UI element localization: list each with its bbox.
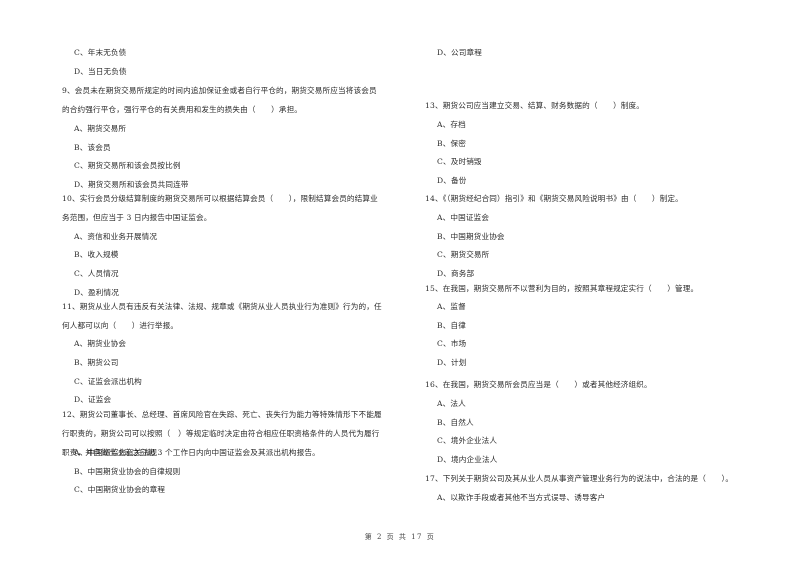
answer-option: C、境外企业法人 bbox=[437, 436, 498, 445]
answer-option: C、人员情况 bbox=[74, 269, 119, 278]
answer-option: A、中国证监会 bbox=[437, 213, 490, 222]
question-stem: 16、在我国，期货交易所会员应当是（ ）或者其他经济组织。 bbox=[425, 380, 652, 389]
answer-option: A、法人 bbox=[437, 399, 466, 408]
question-stem: 17、下列关于期货公司及其从业人员从事资产管理业务行为的说法中，合法的是（ ）。 bbox=[425, 474, 734, 483]
answer-option: A、存档 bbox=[437, 120, 466, 129]
question-stem: 10、实行会员分级结算制度的期货交易所可以根据结算会员（ ），限制结算会员的结算… bbox=[62, 194, 378, 203]
answer-option: A、资信和业务开展情况 bbox=[74, 232, 158, 241]
answer-option: D、备份 bbox=[437, 176, 467, 185]
answer-option: B、自然人 bbox=[437, 418, 474, 427]
answer-option: A、期货业协会 bbox=[74, 339, 127, 348]
answer-option: B、自律 bbox=[437, 321, 466, 330]
answer-option: D、商务部 bbox=[437, 269, 475, 278]
question-stem: 15、在我国，期货交易所不以营利为目的，按照其章程规定实行（ ）管理。 bbox=[425, 284, 699, 293]
answer-option: B、期货公司 bbox=[74, 358, 119, 367]
question-stem: 12、期货公司董事长、总经理、首席风险官在失踪、死亡、丧失行为能力等特殊情形下不… bbox=[62, 410, 382, 419]
answer-option: C、期货交易所 bbox=[437, 250, 490, 259]
answer-option: C、市场 bbox=[437, 339, 467, 348]
question-stem-continuation: 行职责的，期货公司可以按照（ ）等规定临时决定由符合相应任职资格条件的人员代为履… bbox=[62, 429, 380, 438]
page-number-footer: 第 2 页 共 17 页 bbox=[364, 533, 436, 541]
question-stem-continuation: 何人都可以向（ ）进行举报。 bbox=[62, 321, 179, 330]
answer-option: B、中国期货业协会 bbox=[437, 232, 505, 241]
question-stem: 9、会员未在期货交易所规定的时间内追加保证金或者自行平仓的，期货交易所应当将该会… bbox=[62, 86, 377, 95]
answer-option: D、公司章程 bbox=[437, 48, 482, 57]
answer-option: C、证监会派出机构 bbox=[74, 377, 142, 386]
answer-option: B、收入规模 bbox=[74, 250, 119, 259]
answer-option: B、该会员 bbox=[74, 143, 111, 152]
answer-option: C、中国期货业协会的章程 bbox=[74, 485, 166, 494]
answer-option: A、以欺诈手段或者其他不当方式误导、诱导客户 bbox=[437, 493, 606, 502]
answer-option: C、期货交易所和该会员按比例 bbox=[74, 161, 181, 170]
answer-option: B、中国期货业协会的自律规则 bbox=[74, 467, 181, 476]
answer-option: D、计划 bbox=[437, 358, 467, 367]
question-stem-continuation: 的合约强行平仓，强行平仓的有关费用和发生的损失由（ ）承担。 bbox=[62, 105, 303, 114]
answer-option: B、保密 bbox=[437, 139, 466, 148]
answer-option: D、期货交易所和该会员共同连带 bbox=[74, 180, 189, 189]
exam-page: C、年末无负债 D、当日无负债 9、会员未在期货交易所规定的时间内追加保证金或者自行… bbox=[0, 0, 800, 565]
answer-option: D、境内企业法人 bbox=[437, 455, 498, 464]
question-stem-continuation: 务范围，但应当于 3 日内报告中国证监会。 bbox=[62, 213, 212, 222]
answer-option: A、期货交易所 bbox=[74, 124, 127, 133]
question-stem: 11、期货从业人员有违反有关法律、法规、规章或《期货从业人员执业行为准则》行为的… bbox=[62, 302, 382, 311]
answer-option: D、证监会 bbox=[74, 395, 112, 404]
answer-option: C、年末无负债 bbox=[74, 48, 127, 57]
answer-option: D、当日无负债 bbox=[74, 67, 127, 76]
answer-option: A、中国证监会有关法规 bbox=[74, 448, 158, 457]
answer-option: C、及时销毁 bbox=[437, 157, 482, 166]
answer-option: A、监督 bbox=[437, 302, 466, 311]
answer-option: D、盈利情况 bbox=[74, 288, 119, 297]
question-stem: 13、期货公司应当建立交易、结算、财务数据的（ ）制度。 bbox=[425, 101, 645, 110]
question-stem: 14、《（期货经纪合同）指引》和《期货交易风险说明书》由（ ）制定。 bbox=[425, 194, 683, 203]
